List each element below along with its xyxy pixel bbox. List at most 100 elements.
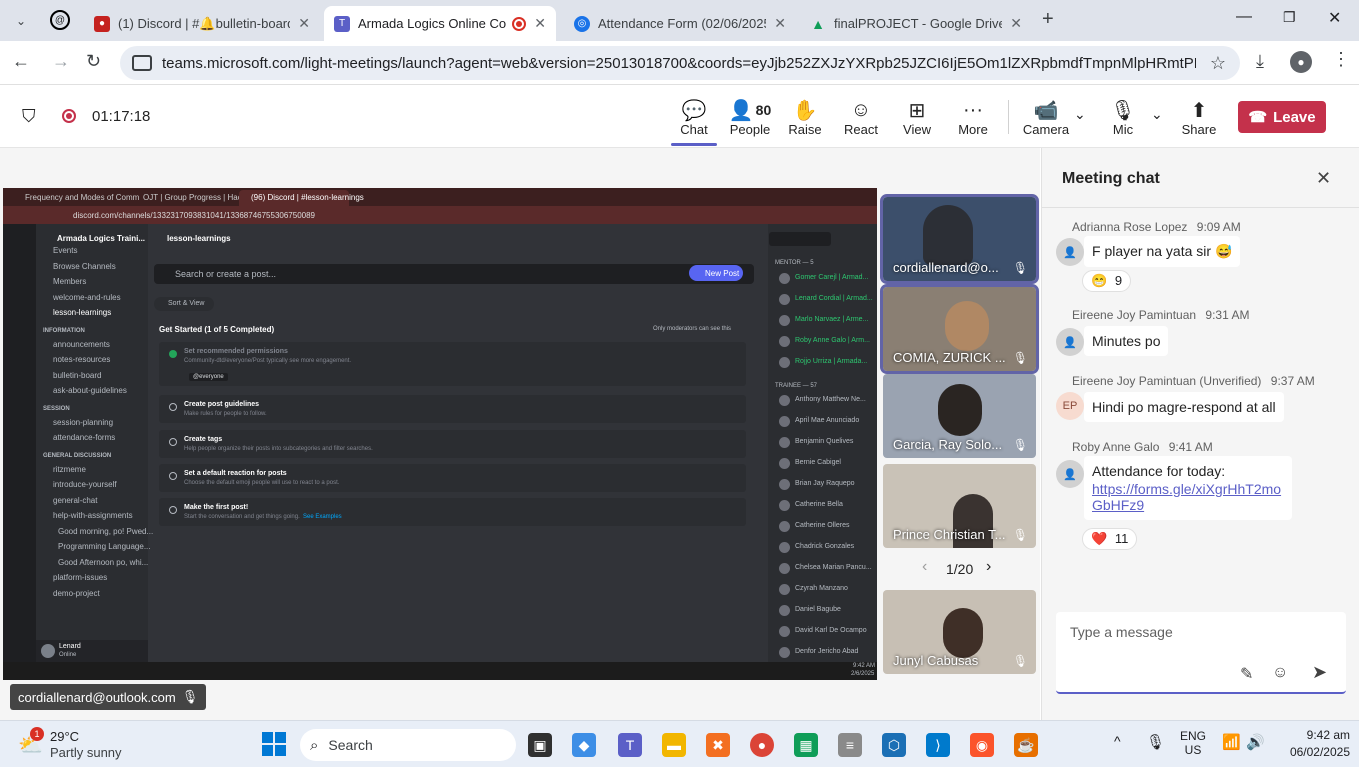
task-view-icon[interactable]: ▣ (528, 733, 552, 757)
discord-member: Chelsea Marian Pancu... (795, 564, 872, 571)
participant-tile[interactable]: cordiallenard@o... 🎙 (880, 194, 1039, 284)
people-button[interactable]: 👤 80 People (722, 98, 778, 138)
discord-task-subtitle: Choose the default emoji people will use… (184, 480, 340, 486)
close-icon[interactable]: ✕ (1010, 15, 1022, 32)
minimize-button[interactable]: — (1236, 8, 1252, 26)
view-button[interactable]: ⊞ View (889, 98, 945, 138)
xampp-icon[interactable]: ✖ (706, 733, 730, 757)
menu-icon[interactable]: ⋮ (1332, 49, 1350, 70)
participant-video (938, 384, 982, 436)
file-explorer-icon[interactable]: ▬ (662, 733, 686, 757)
clock[interactable]: 9:42 am 06/02/2025 (1272, 728, 1350, 759)
language-indicator[interactable]: ENG US (1180, 729, 1206, 757)
bookmark-star-icon[interactable]: ☆ (1210, 53, 1226, 74)
chat-button[interactable]: 💬 Chat (666, 98, 722, 146)
close-window-button[interactable]: ✕ (1328, 8, 1341, 28)
maximize-button[interactable]: ❐ (1283, 9, 1296, 26)
discord-member-group: MENTOR — 5 (775, 260, 814, 266)
message-link[interactable]: https://forms.gle/xiXgrHhT2moGbHFz9 (1092, 481, 1284, 513)
message-reaction[interactable]: 😁 9 (1082, 270, 1132, 292)
discord-server-rail (3, 224, 36, 666)
site-info-icon[interactable] (132, 55, 152, 71)
volume-icon[interactable]: 🔊 (1246, 733, 1265, 751)
clock-time: 9:42 am (1306, 728, 1350, 742)
virtualbox-icon[interactable]: ⬡ (882, 733, 906, 757)
close-icon[interactable]: ✕ (774, 15, 786, 32)
tab-attendance-form[interactable]: ◎ Attendance Form (02/06/2025) ✕ (564, 6, 796, 41)
close-icon[interactable]: ✕ (298, 15, 310, 32)
forward-icon[interactable]: → (52, 51, 70, 72)
discord-channel-item: ritzmeme (53, 464, 86, 474)
teams-app-icon[interactable]: T (618, 733, 642, 757)
weather-temp: 29°C (50, 729, 80, 744)
participant-tile[interactable]: Junyl Cabusas 🎙 (883, 590, 1036, 674)
camera-options-chevron-icon[interactable]: ⌄ (1074, 106, 1086, 123)
mic-icon: 🎙 (181, 689, 199, 704)
tab-teams[interactable]: T Armada Logics Online Codi ✕ (324, 6, 556, 41)
raise-hand-button[interactable]: ✋ Raise (777, 98, 833, 138)
teams-icon: T (334, 15, 350, 32)
participant-tile[interactable]: Prince Christian T... 🎙 (883, 464, 1036, 548)
recording-icon (512, 16, 527, 31)
mic-muted-icon: 🎙 (1012, 528, 1028, 542)
discord-member-avatar (779, 437, 790, 448)
discord-member: Brian Jay Raquepo (795, 480, 855, 487)
start-icon[interactable] (262, 732, 286, 756)
taskbar-search[interactable]: ⌕ Search (300, 729, 516, 761)
chat-header-divider (1042, 207, 1359, 208)
mic-options-chevron-icon[interactable]: ⌄ (1151, 106, 1163, 123)
vscode-icon[interactable]: ⟩ (926, 733, 950, 757)
brave-icon[interactable]: ◉ (970, 733, 994, 757)
java-icon[interactable]: ☕ (1014, 733, 1038, 757)
shield-icon[interactable]: ⛉ (22, 106, 36, 127)
compose-box[interactable]: Type a message ✎ ☺ ➤ (1056, 612, 1346, 694)
discord-channel-item: session-planning (53, 417, 114, 427)
prev-page-chevron-icon[interactable]: ‹ (922, 558, 927, 576)
react-button[interactable]: ☺ React (833, 98, 889, 138)
format-icon[interactable]: ✎ (1240, 664, 1253, 684)
camera-button[interactable]: 📹 Camera (1018, 98, 1074, 138)
threads-icon[interactable]: @ (50, 10, 70, 30)
chat-label: Chat (680, 122, 708, 137)
close-icon[interactable]: ✕ (534, 15, 546, 32)
emoji-icon[interactable]: ☺ (1272, 664, 1288, 682)
message-input[interactable]: Type a message (1070, 624, 1173, 640)
share-button[interactable]: ⬆ Share (1171, 98, 1227, 138)
reload-icon[interactable]: ↻ (86, 51, 101, 72)
send-icon[interactable]: ➤ (1312, 662, 1327, 683)
circle-icon (169, 438, 177, 446)
profile-icon[interactable]: ● (1290, 51, 1312, 73)
discord-task-subtitle: Start the conversation and get things go… (184, 514, 300, 520)
chrome-icon[interactable]: ● (750, 733, 774, 757)
tab-google-drive[interactable]: ▲ finalPROJECT - Google Drive ✕ (800, 6, 1032, 41)
weather-widget[interactable]: ⛅ 1 29°C Partly sunny (18, 727, 158, 761)
back-icon[interactable]: ← (12, 51, 30, 72)
leave-button[interactable]: ☎ Leave (1238, 101, 1326, 133)
wifi-icon[interactable]: 📶 (1222, 733, 1241, 751)
participant-tile[interactable]: Garcia, Ray Solo... 🎙 (883, 374, 1036, 458)
next-page-chevron-icon[interactable]: › (986, 558, 991, 576)
show-hidden-icons-chevron-icon[interactable]: ^ (1114, 733, 1121, 749)
close-chat-icon[interactable]: ✕ (1316, 168, 1331, 189)
leave-label: Leave (1273, 108, 1316, 126)
mic-button[interactable]: 🎙 Mic (1095, 98, 1151, 138)
new-tab-button[interactable]: + (1042, 8, 1054, 31)
share-label: Share (1181, 122, 1217, 137)
tab-discord[interactable]: ● (1) Discord | #🔔bulletin-board ✕ (84, 6, 320, 41)
more-button[interactable]: ··· More (945, 98, 1001, 138)
copilot-icon[interactable]: ◆ (572, 733, 596, 757)
address-bar[interactable]: teams.microsoft.com/light-meetings/launc… (120, 46, 1240, 80)
download-icon[interactable]: ⤓ (1256, 51, 1264, 72)
mic-muted-icon: 🎙 (1110, 99, 1136, 122)
message-bubble: F player na yata sir 😅 (1084, 236, 1241, 267)
message-reaction[interactable]: ❤️ 11 (1082, 528, 1138, 550)
database-icon[interactable]: ≡ (838, 733, 862, 757)
discord-icon: ● (94, 15, 110, 32)
participant-tile[interactable]: COMIA, ZURICK ... 🎙 (880, 284, 1039, 374)
tab-search-button[interactable]: ⌄ (10, 10, 32, 32)
active-indicator (671, 143, 717, 146)
spreadsheet-icon[interactable]: ▦ (794, 733, 818, 757)
mic-tray-icon[interactable]: 🎙 (1146, 733, 1165, 751)
participant-name: Garcia, Ray Solo... (893, 437, 1003, 452)
participant-name: cordiallenard@o... (893, 260, 999, 275)
